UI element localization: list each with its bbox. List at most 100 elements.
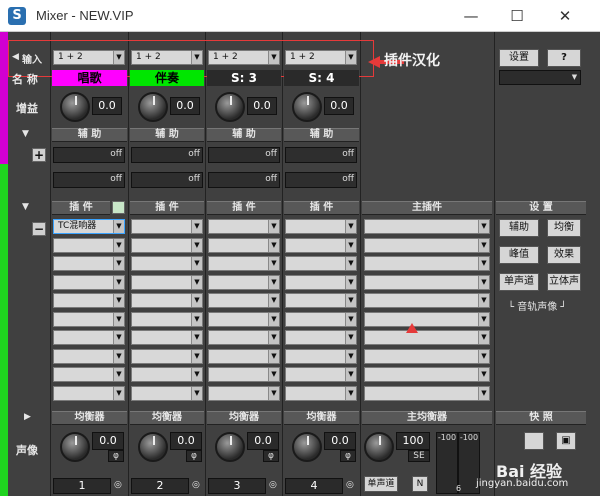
plugin-slot[interactable]: ▼ xyxy=(131,293,203,308)
plugin-slot[interactable]: ▼ xyxy=(131,367,203,382)
channel-number-2[interactable]: 2 xyxy=(131,478,189,494)
plugin-slot[interactable]: ▼ xyxy=(285,238,357,253)
plugin-slot[interactable]: ▼ xyxy=(53,330,125,345)
phase-icon[interactable]: φ xyxy=(263,450,279,462)
snapshot-save-button[interactable] xyxy=(524,432,544,450)
plugin-slot[interactable]: ▼ xyxy=(53,293,125,308)
record-icon[interactable]: ◎ xyxy=(192,480,200,490)
plugin-slot[interactable]: ▼ xyxy=(131,219,203,234)
master-plugin-slot[interactable]: ▼ xyxy=(364,238,490,253)
master-pan-knob[interactable] xyxy=(364,432,394,462)
plugin-slot[interactable]: ▼ xyxy=(53,349,125,364)
plugin-slot[interactable]: TC混响器 ▼ xyxy=(53,219,125,234)
plugin-slot[interactable]: ▼ xyxy=(208,256,280,271)
effects-button[interactable]: 效果 xyxy=(547,246,581,264)
plugin-slot[interactable]: ▼ xyxy=(285,312,357,327)
record-icon[interactable]: ◎ xyxy=(346,480,354,490)
plugin-slot[interactable]: ▼ xyxy=(53,386,125,401)
master-plugin-slot[interactable]: ▼ xyxy=(364,219,490,234)
pan-knob-3[interactable] xyxy=(215,432,245,462)
plugin-slot[interactable]: ▼ xyxy=(208,293,280,308)
plugin-slot[interactable]: ▼ xyxy=(208,312,280,327)
master-n-button[interactable]: N xyxy=(412,476,428,492)
eq-button[interactable]: 均衡 xyxy=(547,219,581,237)
master-plugin-slot[interactable]: ▼ xyxy=(364,349,490,364)
channel-name-2[interactable]: 伴奏 xyxy=(130,70,204,86)
peak-button[interactable]: 峰值 xyxy=(499,246,539,264)
phase-icon[interactable]: φ xyxy=(108,450,124,462)
record-icon[interactable]: ◎ xyxy=(269,480,277,490)
channel-number-3[interactable]: 3 xyxy=(208,478,266,494)
mono-button[interactable]: 单声道 xyxy=(499,273,539,291)
aux-send-2a[interactable]: off xyxy=(131,147,203,163)
plugin-slot[interactable]: ▼ xyxy=(285,293,357,308)
plugin-slot[interactable]: ▼ xyxy=(208,349,280,364)
plugin-slot[interactable]: ▼ xyxy=(53,238,125,253)
preset-select[interactable]: ▼ xyxy=(499,70,581,85)
plugin-slot[interactable]: ▼ xyxy=(285,256,357,271)
plugin-slot[interactable]: ▼ xyxy=(285,386,357,401)
aux-send-4a[interactable]: off xyxy=(285,147,357,163)
gain-knob-4[interactable] xyxy=(292,92,322,122)
master-plugin-slot[interactable]: ▼ xyxy=(364,367,490,382)
phase-icon[interactable]: φ xyxy=(186,450,202,462)
aux-send-1b[interactable]: off xyxy=(53,172,125,188)
master-plugin-slot[interactable]: ▼ xyxy=(364,386,490,401)
plugin-slot[interactable]: ▼ xyxy=(285,349,357,364)
channel-name-1[interactable]: 唱歌 xyxy=(52,70,127,86)
plugin-slot[interactable]: ▼ xyxy=(131,238,203,253)
aux-send-1a[interactable]: off xyxy=(53,147,125,163)
plugin-slot[interactable]: ▼ xyxy=(285,275,357,290)
settings-button[interactable]: 设置 xyxy=(499,49,539,67)
aux-send-3b[interactable]: off xyxy=(208,172,280,188)
plugin-bypass-button[interactable] xyxy=(112,201,125,214)
plugin-slot[interactable]: ▼ xyxy=(131,256,203,271)
aux-send-3a[interactable]: off xyxy=(208,147,280,163)
minimize-button[interactable]: — xyxy=(448,0,494,32)
plugin-slot[interactable]: ▼ xyxy=(131,349,203,364)
channel-name-3[interactable]: S: 3 xyxy=(207,70,281,86)
aux-send-2b[interactable]: off xyxy=(131,172,203,188)
collapse-plugins-icon[interactable]: ▼ xyxy=(22,202,29,212)
master-plugin-slot[interactable]: ▼ xyxy=(364,256,490,271)
remove-plugin-button[interactable]: − xyxy=(32,222,46,236)
pan-knob-1[interactable] xyxy=(60,432,90,462)
plugin-slot[interactable]: ▼ xyxy=(208,238,280,253)
aux-send-4b[interactable]: off xyxy=(285,172,357,188)
plugin-slot[interactable]: ▼ xyxy=(285,330,357,345)
master-plugin-slot[interactable]: ▼ xyxy=(364,275,490,290)
record-icon[interactable]: ◎ xyxy=(114,480,122,490)
snapshot-disk-icon[interactable]: ▣ xyxy=(556,432,576,450)
plugin-slot[interactable]: ▼ xyxy=(53,367,125,382)
plugin-slot[interactable]: ▼ xyxy=(208,367,280,382)
help-button[interactable]: ? xyxy=(547,49,581,67)
master-plugin-slot[interactable]: ▼ xyxy=(364,293,490,308)
plugin-slot[interactable]: ▼ xyxy=(285,367,357,382)
gain-knob-2[interactable] xyxy=(138,92,168,122)
close-button[interactable]: ✕ xyxy=(542,0,588,32)
collapse-aux-icon[interactable]: ▼ xyxy=(22,129,29,139)
gain-knob-3[interactable] xyxy=(215,92,245,122)
plugin-slot[interactable]: ▼ xyxy=(285,219,357,234)
plugin-slot[interactable]: ▼ xyxy=(131,386,203,401)
gain-knob-1[interactable] xyxy=(60,92,90,122)
plugin-slot[interactable]: ▼ xyxy=(131,275,203,290)
channel-number-4[interactable]: 4 xyxy=(285,478,343,494)
master-mono-button[interactable]: 单声道 xyxy=(364,476,398,492)
plugin-slot[interactable]: ▼ xyxy=(131,312,203,327)
expand-eq-icon[interactable]: ▶ xyxy=(24,412,31,422)
plugin-slot[interactable]: ▼ xyxy=(208,219,280,234)
add-aux-button[interactable]: + xyxy=(32,148,46,162)
plugin-slot[interactable]: ▼ xyxy=(53,312,125,327)
plugin-slot[interactable]: ▼ xyxy=(53,256,125,271)
pan-knob-2[interactable] xyxy=(138,432,168,462)
aux-button[interactable]: 辅助 xyxy=(499,219,539,237)
plugin-slot[interactable]: ▼ xyxy=(53,275,125,290)
pan-knob-4[interactable] xyxy=(292,432,322,462)
phase-icon[interactable]: φ xyxy=(340,450,356,462)
master-plugin-slot[interactable]: ▼ xyxy=(364,330,490,345)
plugin-slot[interactable]: ▼ xyxy=(208,275,280,290)
plugin-slot[interactable]: ▼ xyxy=(208,330,280,345)
channel-name-4[interactable]: S: 4 xyxy=(284,70,359,86)
master-plugin-slot[interactable]: ▼ xyxy=(364,312,490,327)
